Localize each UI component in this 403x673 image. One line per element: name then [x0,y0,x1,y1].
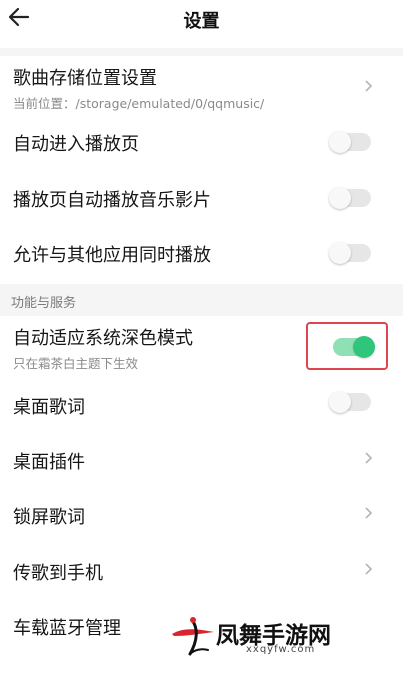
chevron-right-icon [365,563,373,575]
transfer-songs-setting[interactable]: 传歌到手机 [0,546,403,598]
highlight-box [306,322,388,370]
item-subtitle: 只在霜茶白主题下生效 [13,356,139,371]
chevron-right-icon [365,80,373,92]
item-label: 歌曲存储位置设置 [13,68,157,89]
auto-play-video-setting: 播放页自动播放音乐影片 [0,172,403,224]
section-label: 功能与服务 [11,296,77,311]
auto-play-video-toggle[interactable] [329,187,371,209]
phoenix-logo-icon [172,617,214,656]
item-subtitle: 当前位置：/storage/emulated/0/qqmusic/ [13,96,265,111]
item-label: 桌面插件 [13,452,85,473]
auto-enter-player-toggle[interactable] [329,131,371,153]
item-label: 锁屏歌词 [13,507,85,528]
toggle-knob [329,391,351,413]
item-label: 桌面歌词 [13,397,85,418]
toggle-knob [329,242,351,264]
section-header: 功能与服务 [0,284,403,316]
item-label: 传歌到手机 [13,563,103,584]
toggle-knob [329,187,351,209]
chevron-right-icon [365,507,373,519]
page-title: 设置 [183,11,220,32]
lock-screen-lyrics-setting[interactable]: 锁屏歌词 [0,490,403,542]
simultaneous-play-setting: 允许与其他应用同时播放 [0,228,403,280]
watermark-url: xxqyfw.com [246,644,316,655]
desktop-widget-setting[interactable]: 桌面插件 [0,434,403,486]
desktop-lyrics-setting: 桌面歌词 [0,378,403,430]
divider [0,48,403,56]
toggle-knob [329,131,351,153]
item-label: 自动进入播放页 [13,134,139,155]
auto-enter-player-setting: 自动进入播放页 [0,116,403,168]
item-label: 自动适应系统深色模式 [13,328,193,349]
chevron-right-icon [365,452,373,464]
desktop-lyrics-toggle[interactable] [329,391,371,413]
storage-location-setting[interactable]: 歌曲存储位置设置 当前位置：/storage/emulated/0/qqmusi… [0,56,403,112]
simultaneous-play-toggle[interactable] [329,242,371,264]
top-bar: 设置 [0,0,403,40]
watermark-logo: 凤舞手游网 xxqyfw.com [168,612,398,660]
item-label: 播放页自动播放音乐影片 [13,190,211,211]
item-label: 允许与其他应用同时播放 [13,245,211,266]
item-label: 车载蓝牙管理 [13,618,121,639]
